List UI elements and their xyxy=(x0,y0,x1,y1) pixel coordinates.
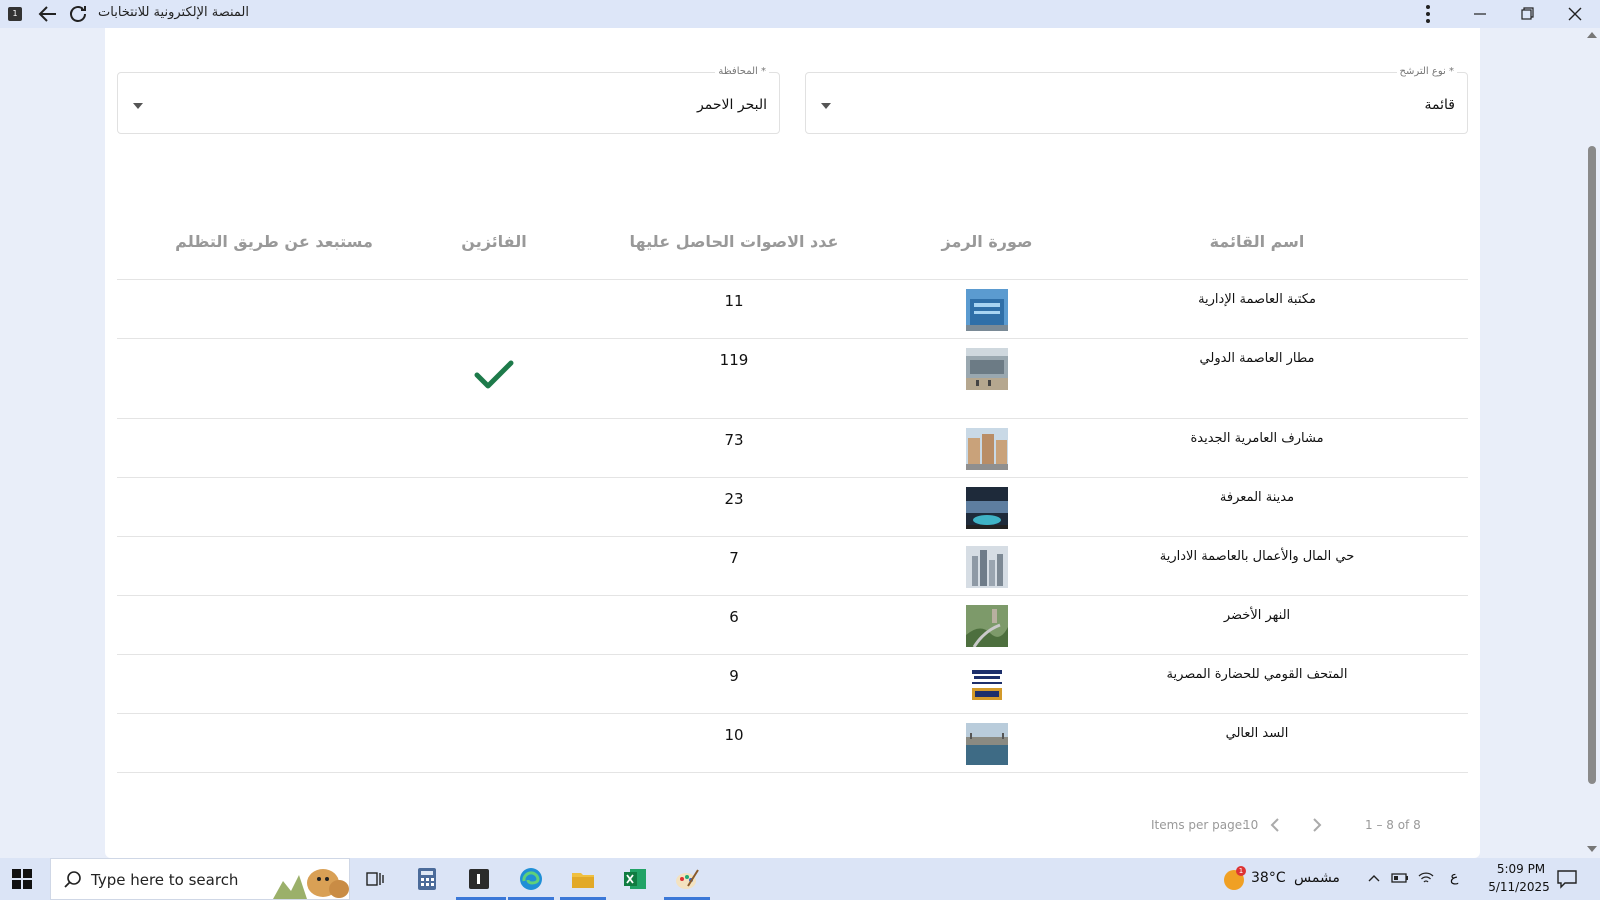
table-row: مدينة المعرفة 23 xyxy=(117,478,1468,537)
votes-cell: 23 xyxy=(724,490,744,508)
winner-check-icon xyxy=(474,360,514,389)
calculator-icon[interactable] xyxy=(414,866,440,892)
search-highlight-image xyxy=(273,869,349,899)
weather-temperature[interactable]: 38°C xyxy=(1251,870,1286,886)
table-row: المتحف القومي للحضارة المصرية 9 xyxy=(117,655,1468,714)
elections-app-icon[interactable] xyxy=(466,866,492,892)
table-row: مشارف العامرية الجديدة 73 xyxy=(117,419,1468,478)
app-icon: 1 xyxy=(8,7,22,21)
scroll-down-arrow-icon[interactable] xyxy=(1587,846,1597,852)
windows-start-icon[interactable] xyxy=(12,869,32,889)
more-vert-icon[interactable] xyxy=(1418,2,1438,26)
list-name-cell: حي المال والأعمال بالعاصمة الادارية xyxy=(1159,549,1355,564)
chevron-up-icon[interactable] xyxy=(1366,870,1382,886)
task-view-icon[interactable] xyxy=(362,866,388,892)
votes-cell: 7 xyxy=(729,549,739,567)
results-table: اسم القائمة صورة الرمز عدد الاصوات الحاص… xyxy=(117,212,1468,773)
symbol-image xyxy=(966,487,1008,529)
paint-icon[interactable] xyxy=(674,866,700,892)
governorate-select[interactable]: المحافظة * البحر الاحمر xyxy=(117,66,780,134)
header-winners[interactable]: الفائزين xyxy=(461,232,526,251)
taskbar-search-box[interactable]: Type here to search xyxy=(50,858,350,900)
symbol-image xyxy=(966,428,1008,470)
header-symbol-image[interactable]: صورة الرمز xyxy=(941,232,1032,251)
scrollbar-thumb[interactable] xyxy=(1588,146,1596,784)
votes-cell: 119 xyxy=(719,351,749,369)
window-title: المنصة الإلكترونية للانتخابات xyxy=(98,5,249,20)
symbol-image xyxy=(966,348,1008,390)
table-row: النهر الأخضر 6 xyxy=(117,596,1468,655)
input-language-indicator[interactable]: ع xyxy=(1450,869,1458,885)
symbol-image xyxy=(966,289,1008,331)
candidacy-type-select[interactable]: نوع الترشح * قائمة xyxy=(805,66,1468,134)
vertical-scrollbar[interactable] xyxy=(1584,28,1600,858)
symbol-image xyxy=(966,723,1008,765)
restore-icon[interactable] xyxy=(1515,2,1539,26)
clock-date[interactable]: 5/11/2025 xyxy=(1481,880,1557,894)
notifications-icon[interactable] xyxy=(1556,869,1578,889)
votes-cell: 9 xyxy=(729,667,739,685)
results-card: نوع الترشح * قائمة المحافظة * البحر الاح… xyxy=(105,28,1480,858)
list-name-cell: النهر الأخضر xyxy=(1223,608,1291,623)
dropdown-arrow-icon xyxy=(821,103,831,109)
nmec-logo-image xyxy=(966,664,1008,706)
governorate-value: البحر الاحمر xyxy=(697,97,767,113)
governorate-label: المحافظة * xyxy=(715,66,769,77)
votes-cell: 11 xyxy=(724,292,744,310)
excel-icon[interactable] xyxy=(622,866,648,892)
table-row: السد العالي 10 xyxy=(117,714,1468,773)
paginator: Items per page: 10 1 – 8 of 8 xyxy=(105,818,1480,848)
edge-browser-icon[interactable] xyxy=(518,866,544,892)
list-name-cell: مطار العاصمة الدولي xyxy=(1199,351,1315,366)
table-row: مكتبة العاصمة الإدارية 11 xyxy=(117,280,1468,339)
table-header: اسم القائمة صورة الرمز عدد الاصوات الحاص… xyxy=(117,212,1468,280)
back-arrow-icon[interactable] xyxy=(36,2,60,26)
header-excluded[interactable]: مستبعد عن طريق التظلم xyxy=(175,232,373,251)
symbol-image xyxy=(966,546,1008,588)
wifi-icon[interactable] xyxy=(1417,870,1435,886)
reload-icon[interactable] xyxy=(66,2,90,26)
votes-cell: 73 xyxy=(724,431,744,449)
header-votes[interactable]: عدد الاصوات الحاصل عليها xyxy=(630,232,839,251)
list-name-cell: مدينة المعرفة xyxy=(1219,490,1295,505)
list-name-cell: السد العالي xyxy=(1225,726,1289,741)
minimize-icon[interactable] xyxy=(1468,2,1492,26)
search-icon xyxy=(64,871,81,888)
weather-badge: 1 xyxy=(1236,866,1246,876)
votes-cell: 6 xyxy=(729,608,739,626)
battery-icon[interactable] xyxy=(1391,870,1409,886)
close-icon[interactable] xyxy=(1563,2,1587,26)
votes-cell: 10 xyxy=(724,726,744,744)
file-explorer-icon[interactable] xyxy=(570,866,596,892)
taskbar: Type here to search 1 38°C مشمس ع 5:09 P… xyxy=(0,858,1600,900)
clock-time[interactable]: 5:09 PM xyxy=(1486,862,1556,876)
scroll-up-arrow-icon[interactable] xyxy=(1587,32,1597,38)
title-bar: 1 المنصة الإلكترونية للانتخابات xyxy=(0,0,1600,28)
weather-condition[interactable]: مشمس xyxy=(1294,870,1340,886)
page-size-select[interactable]: 10 xyxy=(1243,818,1258,832)
candidacy-type-label: نوع الترشح * xyxy=(1396,66,1457,77)
table-row: حي المال والأعمال بالعاصمة الادارية 7 xyxy=(117,537,1468,596)
list-name-cell: مشارف العامرية الجديدة xyxy=(1190,431,1324,446)
candidacy-type-value: قائمة xyxy=(1424,97,1455,113)
page-range: 1 – 8 of 8 xyxy=(1365,818,1421,832)
header-list-name[interactable]: اسم القائمة xyxy=(1210,232,1305,251)
items-per-page-label: Items per page: xyxy=(1151,818,1247,832)
list-name-cell: المتحف القومي للحضارة المصرية xyxy=(1166,667,1348,682)
table-row: مطار العاصمة الدولي 119 xyxy=(117,339,1468,419)
list-name-cell: مكتبة العاصمة الإدارية xyxy=(1198,292,1316,307)
symbol-image xyxy=(966,605,1008,647)
chevron-right-icon[interactable] xyxy=(1308,815,1326,835)
search-placeholder: Type here to search xyxy=(91,871,239,889)
dropdown-arrow-icon xyxy=(133,103,143,109)
chevron-left-icon[interactable] xyxy=(1266,815,1284,835)
